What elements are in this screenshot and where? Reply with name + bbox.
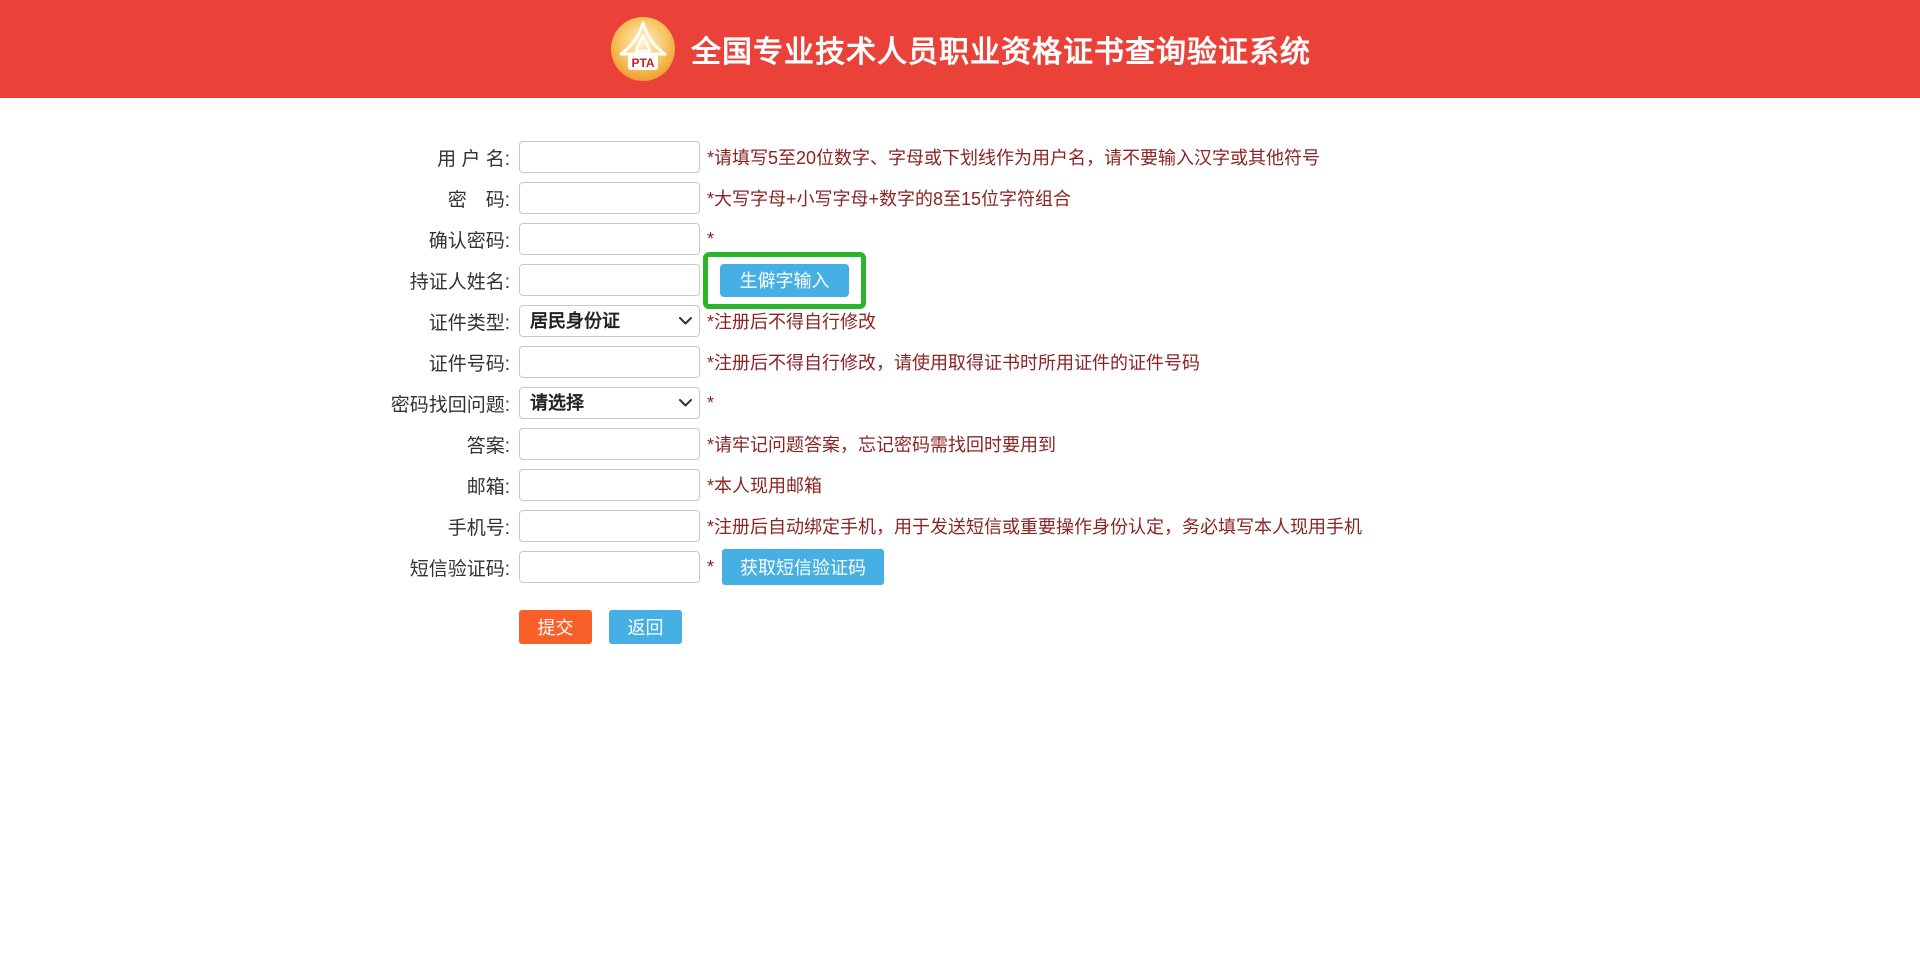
username-row: 用 户 名: *请填写5至20位数字、字母或下划线作为用户名，请不要输入汉字或其…: [0, 141, 1920, 173]
answer-input[interactable]: [519, 428, 700, 460]
phone-row: 手机号: *注册后自动绑定手机，用于发送短信或重要操作身份认定，务必填写本人现用…: [0, 510, 1920, 542]
confirm-password-row: 确认密码: *: [0, 223, 1920, 255]
confirm-password-input[interactable]: [519, 223, 700, 255]
form-actions: 提交 返回: [519, 610, 1920, 644]
id-type-select[interactable]: 居民身份证: [519, 305, 700, 337]
id-number-label: 证件号码:: [0, 349, 510, 376]
id-number-hint: *注册后不得自行修改，请使用取得证书时所用证件的证件号码: [707, 349, 1200, 375]
sms-code-row: 短信验证码: * 获取短信验证码: [0, 551, 1920, 583]
holder-name-input[interactable]: [519, 264, 700, 296]
id-number-row: 证件号码: *注册后不得自行修改，请使用取得证书时所用证件的证件号码: [0, 346, 1920, 378]
email-hint: *本人现用邮箱: [707, 472, 822, 498]
answer-row: 答案: *请牢记问题答案，忘记密码需找回时要用到: [0, 428, 1920, 460]
back-button[interactable]: 返回: [609, 610, 682, 644]
email-label: 邮箱:: [0, 472, 510, 499]
username-label: 用 户 名:: [0, 144, 510, 171]
username-hint: *请填写5至20位数字、字母或下划线作为用户名，请不要输入汉字或其他符号: [707, 144, 1320, 170]
phone-hint: *注册后自动绑定手机，用于发送短信或重要操作身份认定，务必填写本人现用手机: [707, 513, 1362, 539]
registration-form: 用 户 名: *请填写5至20位数字、字母或下划线作为用户名，请不要输入汉字或其…: [0, 141, 1920, 644]
id-type-hint: *注册后不得自行修改: [707, 308, 876, 334]
recovery-question-hint: *: [707, 393, 714, 414]
phone-input[interactable]: [519, 510, 700, 542]
password-input[interactable]: [519, 182, 700, 214]
recovery-question-label: 密码找回问题:: [0, 390, 510, 417]
password-label: 密 码:: [0, 185, 510, 212]
id-number-input[interactable]: [519, 346, 700, 378]
username-input[interactable]: [519, 141, 700, 173]
page-title: 全国专业技术人员职业资格证书查询验证系统: [691, 27, 1311, 71]
pta-logo-icon: PTA: [609, 15, 677, 83]
rare-char-button-highlight: 生僻字输入: [703, 252, 866, 309]
svg-text:PTA: PTA: [631, 56, 654, 70]
recovery-question-row: 密码找回问题: 请选择 *: [0, 387, 1920, 419]
answer-hint: *请牢记问题答案，忘记密码需找回时要用到: [707, 431, 1056, 457]
email-row: 邮箱: *本人现用邮箱: [0, 469, 1920, 501]
page-header: PTA 全国专业技术人员职业资格证书查询验证系统: [0, 0, 1920, 98]
password-row: 密 码: *大写字母+小写字母+数字的8至15位字符组合: [0, 182, 1920, 214]
sms-code-label: 短信验证码:: [0, 554, 510, 581]
holder-name-label: 持证人姓名:: [0, 267, 510, 294]
phone-label: 手机号:: [0, 513, 510, 540]
get-sms-code-button[interactable]: 获取短信验证码: [722, 549, 884, 585]
confirm-password-label: 确认密码:: [0, 226, 510, 253]
answer-label: 答案:: [0, 431, 510, 458]
submit-button[interactable]: 提交: [519, 610, 592, 644]
holder-name-row: 持证人姓名: 生僻字输入: [0, 264, 1920, 296]
recovery-question-select[interactable]: 请选择: [519, 387, 700, 419]
id-type-label: 证件类型:: [0, 308, 510, 335]
confirm-password-hint: *: [707, 229, 714, 250]
password-hint: *大写字母+小写字母+数字的8至15位字符组合: [707, 185, 1071, 211]
rare-char-input-button[interactable]: 生僻字输入: [720, 264, 849, 297]
email-field[interactable]: [519, 469, 700, 501]
sms-code-hint: *: [707, 557, 714, 578]
sms-code-input[interactable]: [519, 551, 700, 583]
id-type-row: 证件类型: 居民身份证 *注册后不得自行修改: [0, 305, 1920, 337]
